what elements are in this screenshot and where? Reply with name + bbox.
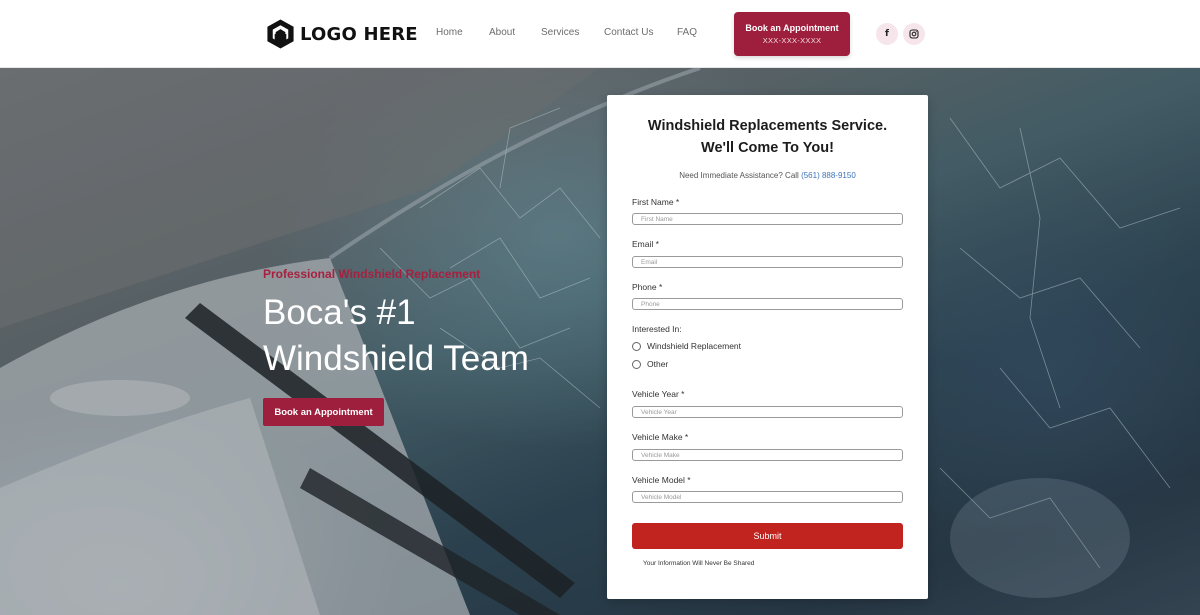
vehicle-year-label: Vehicle Year *	[632, 389, 685, 399]
facebook-icon[interactable]: f	[876, 23, 898, 45]
radio-button[interactable]	[632, 359, 641, 369]
nav-contact-us[interactable]: Contact Us	[604, 27, 653, 38]
appointment-form: Windshield Replacements Service. We'll C…	[607, 95, 928, 599]
phone-label: Phone *	[632, 282, 663, 292]
nav-about[interactable]: About	[489, 27, 515, 38]
book-appointment-label: Book an Appointment	[745, 23, 839, 33]
interested-in-label: Interested In:	[632, 324, 682, 334]
option-other[interactable]: Other	[632, 359, 668, 369]
email-label: Email *	[632, 239, 659, 249]
option-windshield-replacement[interactable]: Windshield Replacement	[632, 341, 741, 351]
hero-overlay	[0, 68, 1200, 615]
nav-faq[interactable]: FAQ	[677, 27, 697, 38]
hero-section: Professional Windshield Replacement Boca…	[0, 68, 1200, 615]
nav-services[interactable]: Services	[541, 27, 579, 38]
first-name-label: First Name *	[632, 197, 680, 207]
hero-kicker: Professional Windshield Replacement	[263, 267, 481, 281]
submit-button[interactable]: Submit	[632, 523, 903, 549]
first-name-input[interactable]	[632, 213, 903, 225]
logo[interactable]: LOGO HERE	[265, 18, 418, 50]
instagram-icon[interactable]	[903, 23, 925, 45]
book-appointment-header-button[interactable]: Book an Appointment XXX-XXX-XXXX	[734, 12, 850, 56]
logo-hexagon-icon	[267, 19, 294, 49]
radio-button[interactable]	[632, 341, 641, 351]
option-label: Windshield Replacement	[647, 341, 742, 351]
form-title: Windshield Replacements Service. We'll C…	[607, 115, 928, 159]
logo-text: LOGO HERE	[300, 23, 418, 45]
form-title-text: Windshield Replacements Service. We'll C…	[647, 118, 888, 156]
vehicle-model-input[interactable]	[632, 491, 903, 503]
vehicle-model-label: Vehicle Model *	[632, 475, 691, 485]
vehicle-year-input[interactable]	[632, 406, 903, 418]
option-label: Other	[647, 359, 669, 369]
instagram-glyph-icon	[909, 29, 919, 39]
assistance-phone-link[interactable]: (561) 888-9150	[801, 171, 856, 180]
hero-title: Boca's #1 Windshield Team	[263, 293, 529, 378]
assistance-label: Need Immediate Assistance? Call	[679, 171, 799, 180]
header-phone: XXX-XXX-XXXX	[762, 36, 822, 45]
book-appointment-hero-button[interactable]: Book an Appointment	[263, 398, 384, 426]
phone-input[interactable]	[632, 298, 903, 310]
site-header: LOGO HERE Home About Services Contact Us…	[0, 0, 1200, 68]
email-input[interactable]	[632, 256, 903, 268]
privacy-note: Your Information Will Never Be Shared	[643, 560, 755, 567]
vehicle-make-input[interactable]	[632, 449, 903, 461]
nav-home[interactable]: Home	[436, 27, 463, 38]
vehicle-make-label: Vehicle Make *	[632, 432, 689, 442]
assistance-text: Need Immediate Assistance? Call (561) 88…	[607, 171, 928, 180]
facebook-glyph: f	[885, 28, 889, 39]
